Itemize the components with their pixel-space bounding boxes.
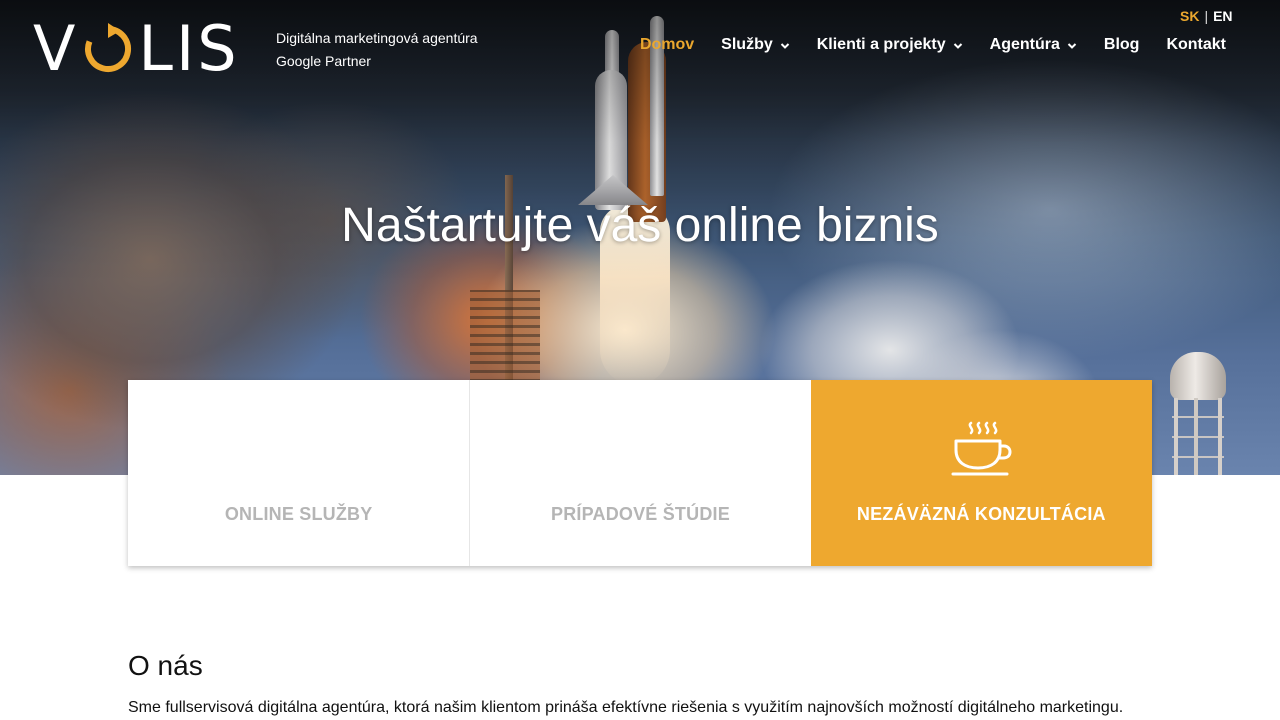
card-online-services[interactable]: ONLINE SLUŽBY [128,380,470,566]
lang-en[interactable]: EN [1213,8,1232,24]
nav-services-label: Služby [721,36,773,53]
about-text: Sme fullservisová digitálna agentúra, kt… [128,699,1124,716]
nav-agency-label: Agentúra [989,36,1060,53]
card-case-studies[interactable]: PRÍPADOVÉ ŠTÚDIE [469,380,811,566]
nav-blog-label: Blog [1103,36,1140,53]
logo-arrow-icon [85,23,132,72]
nav-blog[interactable]: Blog [1104,36,1140,54]
nav-contact-label: Kontakt [1166,36,1226,53]
language-switcher: SK | EN [1180,8,1233,24]
lang-sk[interactable]: SK [1180,8,1199,24]
logo-wordmark: V LIS [33,18,240,80]
feature-cards: ONLINE SLUŽBY PRÍPADOVÉ ŠTÚDIE NEZÁVÄZNÁ… [128,380,1152,566]
logo-letters-lis: LIS [138,12,240,85]
chevron-down-icon [1067,43,1077,49]
volis-logo[interactable]: V LIS [33,18,240,80]
card-free-consultation[interactable]: NEZÁVÄZNÁ KONZULTÁCIA [810,380,1152,566]
hero-title: Naštartujte váš online biznis [341,199,939,252]
chevron-down-icon [953,43,962,49]
nav-services[interactable]: Služby [721,36,790,54]
nav-clients-label: Klienti a projekty [816,36,946,53]
card-online-services-label: ONLINE SLUŽBY [224,504,373,524]
nav-clients-projects[interactable]: Klienti a projekty [817,36,963,54]
nav-agency[interactable]: Agentúra [990,36,1077,54]
coffee-cup-icon [951,421,1012,476]
tagline-line2: Google Partner [276,53,371,69]
nav-home[interactable]: Domov [640,36,694,54]
chevron-down-icon [780,43,789,49]
nav-contact[interactable]: Kontakt [1166,36,1226,54]
tagline-line1: Digitálna marketingová agentúra [276,30,478,46]
about-title: O nás [128,650,203,681]
nav-home-label: Domov [639,36,695,53]
logo-letter-v: V [33,12,79,85]
card-free-consultation-label: NEZÁVÄZNÁ KONZULTÁCIA [856,504,1106,524]
card-case-studies-label: PRÍPADOVÉ ŠTÚDIE [551,504,730,524]
main-nav: Domov Služby Klienti a projekty Agentúra… [613,36,1226,54]
lang-separator: | [1204,8,1209,24]
agency-tagline: Digitálna marketingová agentúra Google P… [276,27,478,73]
